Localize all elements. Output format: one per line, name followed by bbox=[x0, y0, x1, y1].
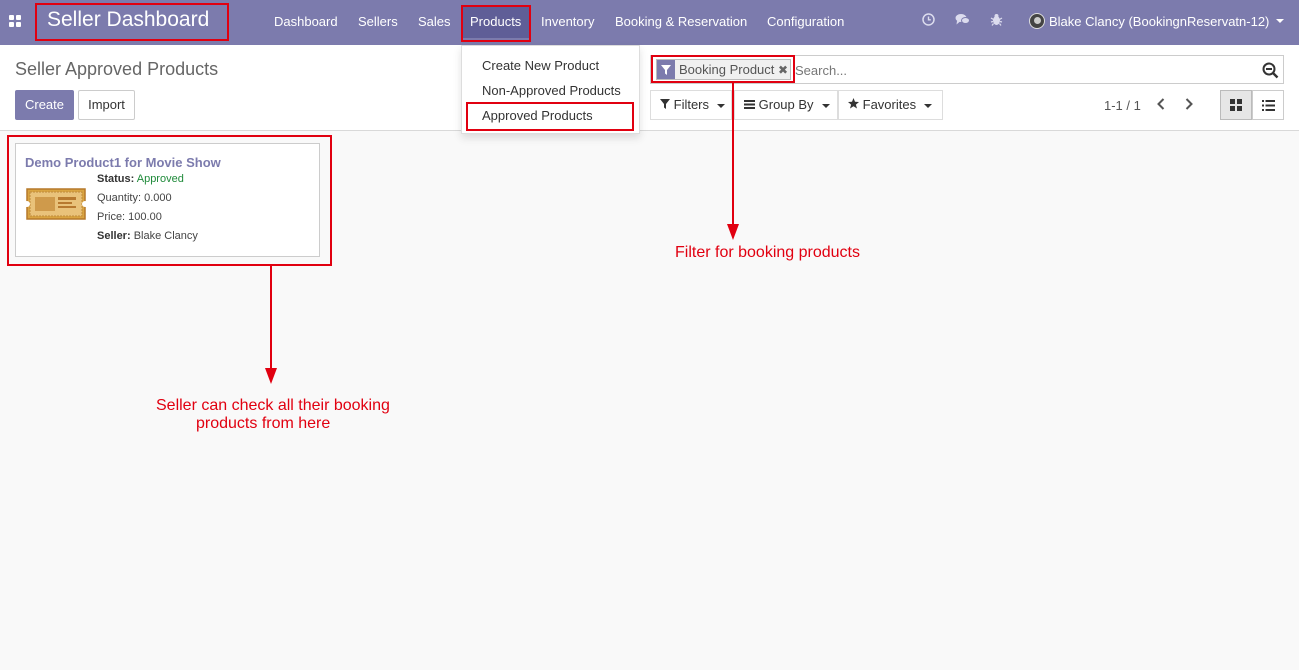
nav-sales[interactable]: Sales bbox=[418, 14, 451, 29]
search-icon[interactable] bbox=[1262, 62, 1279, 79]
highlight-product-card bbox=[7, 135, 332, 266]
group-by-label: Group By bbox=[758, 97, 814, 112]
apps-icon[interactable] bbox=[9, 15, 21, 27]
favorites-button[interactable]: Favorites bbox=[838, 90, 943, 120]
filter-icon bbox=[660, 99, 670, 109]
kanban-icon bbox=[1230, 99, 1242, 111]
chat-icon[interactable] bbox=[955, 13, 970, 28]
user-avatar[interactable] bbox=[1029, 13, 1045, 29]
annotation-filter-note: Filter for booking products bbox=[675, 244, 860, 261]
group-by-button[interactable]: Group By bbox=[734, 90, 838, 120]
annotation-seller-note-line2: products from here bbox=[196, 415, 331, 432]
chevron-down-icon bbox=[821, 103, 830, 108]
list-icon bbox=[744, 100, 755, 109]
nav-sellers[interactable]: Sellers bbox=[358, 14, 398, 29]
nav-inventory[interactable]: Inventory bbox=[541, 14, 594, 29]
nav-dashboard[interactable]: Dashboard bbox=[274, 14, 338, 29]
search-input[interactable]: Search... bbox=[795, 63, 847, 78]
highlight-booking-facet bbox=[651, 55, 795, 83]
arrow-to-filter bbox=[727, 82, 739, 240]
nav-booking-reservation[interactable]: Booking & Reservation bbox=[615, 14, 747, 29]
pager-previous-icon[interactable] bbox=[1156, 97, 1166, 114]
list-icon bbox=[1262, 100, 1275, 111]
menu-item-non-approved-products[interactable]: Non-Approved Products bbox=[482, 83, 621, 98]
menu-item-create-new-product[interactable]: Create New Product bbox=[482, 58, 599, 73]
annotation-seller-note-line1: Seller can check all their booking bbox=[156, 397, 390, 414]
filters-label: Filters bbox=[673, 97, 710, 112]
highlight-products-menu bbox=[461, 5, 531, 42]
list-view-button[interactable] bbox=[1252, 90, 1284, 120]
arrow-from-card bbox=[265, 265, 277, 384]
bug-icon[interactable] bbox=[989, 13, 1004, 28]
chevron-down-icon[interactable] bbox=[1276, 19, 1284, 23]
filters-button[interactable]: Filters bbox=[650, 90, 732, 120]
star-icon bbox=[848, 98, 859, 109]
pager-next-icon[interactable] bbox=[1184, 97, 1194, 114]
highlight-brand bbox=[35, 3, 229, 41]
favorites-label: Favorites bbox=[862, 97, 917, 112]
create-button[interactable]: Create bbox=[15, 90, 74, 120]
page-title: Seller Approved Products bbox=[15, 59, 219, 79]
chevron-down-icon bbox=[924, 103, 933, 108]
import-button[interactable]: Import bbox=[78, 90, 135, 120]
user-menu-label[interactable]: Blake Clancy (BookingnReservatn-12) bbox=[1049, 14, 1269, 29]
kanban-view-button[interactable] bbox=[1220, 90, 1252, 120]
pager-value[interactable]: 1-1 / 1 bbox=[1104, 98, 1141, 113]
nav-configuration[interactable]: Configuration bbox=[767, 14, 844, 29]
clock-icon[interactable] bbox=[921, 13, 936, 28]
highlight-approved-products bbox=[466, 102, 634, 131]
